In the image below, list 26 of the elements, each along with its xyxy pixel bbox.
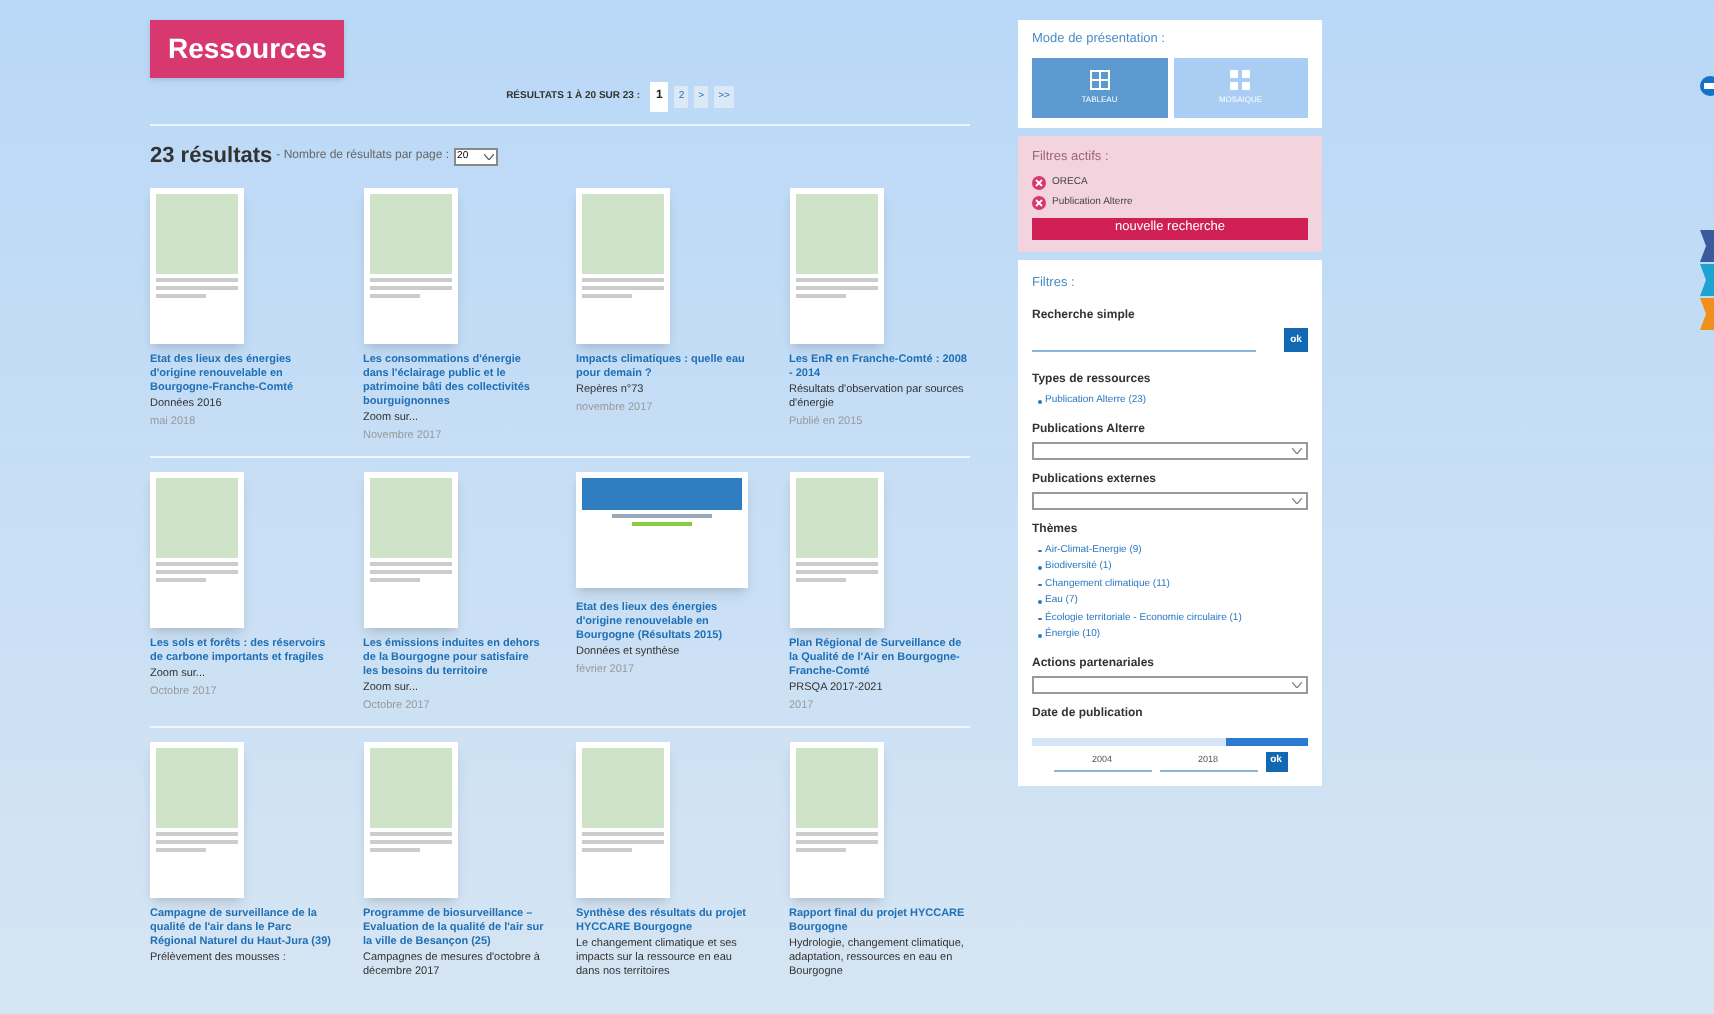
chevron-icon	[483, 153, 494, 160]
remove-icon[interactable]	[1032, 175, 1046, 190]
cover-thumbnail[interactable]	[576, 471, 748, 587]
chevron-icon	[1292, 447, 1302, 454]
page-title: Ressources	[150, 20, 345, 78]
cover-thumbnail[interactable]	[363, 187, 457, 343]
tiles-icon	[1230, 69, 1251, 90]
dropdown-field[interactable]	[1032, 675, 1308, 694]
dropdown-field[interactable]	[1032, 441, 1308, 460]
cover-thumbnail[interactable]	[789, 187, 883, 343]
chevron-icon	[1292, 497, 1302, 504]
cover-thumbnail[interactable]	[150, 741, 244, 897]
cover-thumbnail[interactable]	[150, 471, 244, 627]
grid-icon	[1089, 69, 1110, 90]
cover-thumbnail[interactable]	[789, 471, 883, 627]
chevron-icon	[1292, 681, 1302, 688]
cover-thumbnail[interactable]	[363, 471, 457, 627]
remove-icon[interactable]	[1032, 196, 1046, 211]
cover-thumbnail[interactable]	[363, 741, 457, 897]
date-range-slider[interactable]	[1032, 737, 1308, 746]
cover-thumbnail[interactable]	[576, 187, 670, 343]
cover-thumbnail[interactable]	[576, 741, 670, 897]
dropdown-field[interactable]	[1032, 491, 1308, 510]
results-count: 23 résultats	[150, 142, 273, 172]
cover-thumbnail[interactable]	[789, 741, 883, 897]
cover-thumbnail[interactable]	[150, 187, 244, 343]
